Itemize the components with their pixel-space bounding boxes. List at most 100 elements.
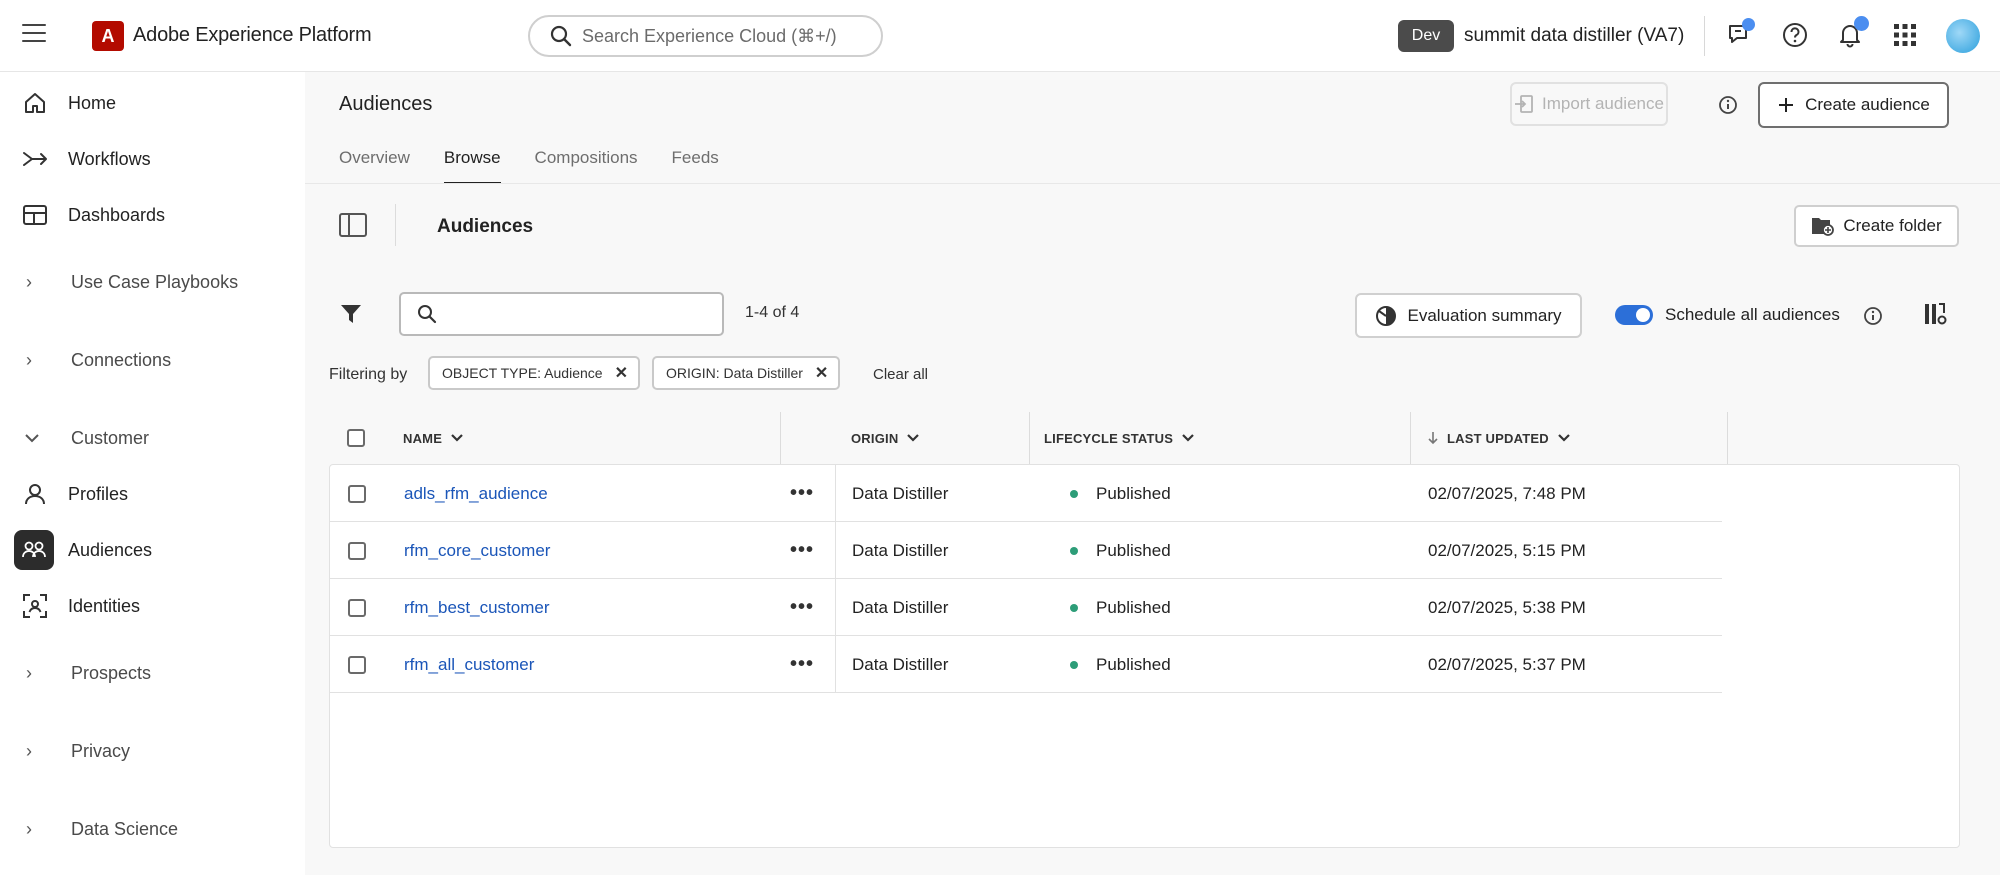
table-row[interactable]: rfm_best_customer ••• Data Distiller Pub… [330,579,1722,636]
page-title: Audiences [339,93,433,115]
sidebar-item-profiles[interactable]: Profiles [0,472,305,516]
audience-name-link[interactable]: rfm_core_customer [404,522,550,579]
row-checkbox[interactable] [348,465,366,522]
audience-name-link[interactable]: adls_rfm_audience [404,465,548,522]
create-folder-button[interactable]: Create folder [1794,205,1959,247]
evaluation-summary-button[interactable]: Evaluation summary [1355,293,1582,338]
more-actions-icon[interactable]: ••• [790,465,814,522]
create-audience-button[interactable]: Create audience [1758,82,1949,128]
chevron-right-icon: › [26,662,32,683]
plus-icon [1779,98,1794,112]
audience-name-link[interactable]: rfm_best_customer [404,579,550,636]
column-settings-icon[interactable] [1923,302,1947,331]
apps-grid-icon[interactable] [1890,20,1920,50]
chevron-down-icon [1182,434,1194,442]
filtering-by-label: Filtering by [329,366,408,383]
status-label: Published [1096,654,1171,674]
global-search[interactable] [528,15,883,57]
audiences-icon [14,530,54,570]
divider [835,636,836,693]
divider [305,183,2000,184]
audience-name-link[interactable]: rfm_all_customer [404,636,534,693]
sidebar-item-home[interactable]: Home [0,81,305,125]
divider [1410,412,1411,464]
chevron-right-icon: › [26,271,32,292]
identities-icon [20,591,50,621]
tab-browse[interactable]: Browse [443,148,501,184]
sidebar-item-label: Data Science [71,818,179,839]
table-row[interactable]: rfm_core_customer ••• Data Distiller Pub… [330,522,1722,579]
app-title[interactable]: Adobe Experience Platform [133,24,372,47]
import-audience-button[interactable]: Import audience [1510,82,1668,126]
org-name[interactable]: summit data distiller (VA7) [1464,25,1684,47]
close-icon[interactable]: ✕ [615,363,628,383]
row-checkbox[interactable] [348,522,366,579]
divider [1727,412,1728,464]
column-header-lifecycle-status[interactable]: LIFECYCLE STATUS [1044,412,1195,464]
close-icon[interactable]: ✕ [815,363,828,383]
sidebar-item-label: Identities [68,595,141,616]
table-row[interactable]: rfm_all_customer ••• Data Distiller Publ… [330,636,1722,693]
last-updated-cell: 02/07/2025, 7:48 PM [1428,483,1586,503]
filter-icon[interactable] [339,302,363,331]
row-checkbox[interactable] [348,636,366,693]
feedback-icon[interactable] [1725,18,1755,50]
divider [780,412,781,464]
tab-compositions[interactable]: Compositions [535,148,638,184]
info-icon[interactable] [1863,306,1883,331]
last-updated-cell: 02/07/2025, 5:38 PM [1428,597,1586,617]
more-actions-icon[interactable]: ••• [790,579,814,636]
filter-chip[interactable]: ORIGIN: Data Distiller ✕ [652,356,841,390]
status-label: Published [1096,540,1171,560]
sidebar-group-connections[interactable]: › Connections [0,338,305,382]
column-header-name[interactable]: NAME [403,412,464,464]
clear-all-button[interactable]: Clear all [873,366,928,383]
column-header-origin[interactable]: ORIGIN [851,412,920,464]
workflows-icon [20,144,50,174]
profiles-icon [20,479,50,509]
sidebar-item-workflows[interactable]: Workflows [0,137,305,181]
tab-feeds[interactable]: Feeds [672,148,719,184]
info-icon[interactable] [1718,95,1738,120]
column-header-last-updated[interactable]: LAST UPDATED [1427,412,1571,464]
sidebar-group-data-science[interactable]: › Data Science [0,807,305,851]
user-avatar[interactable] [1946,19,1980,53]
audience-table: adls_rfm_audience ••• Data Distiller Pub… [329,464,1960,848]
sidebar-group-customer[interactable]: Customer [0,416,305,460]
panel-toggle-icon[interactable] [339,213,367,237]
select-all-checkbox[interactable] [347,412,365,464]
global-search-input[interactable] [582,25,842,47]
folder-add-icon [1812,218,1835,236]
sidebar-item-audiences[interactable]: Audiences [0,528,305,572]
sidebar-item-label: Audiences [68,539,153,560]
audience-search[interactable] [399,292,724,336]
row-checkbox[interactable] [348,579,366,636]
more-actions-icon[interactable]: ••• [790,636,814,693]
bell-icon[interactable] [1835,16,1869,50]
adobe-logo[interactable]: A [92,21,124,51]
sidebar-group-prospects[interactable]: › Prospects [0,651,305,695]
origin-cell: Data Distiller [852,597,949,617]
tab-overview[interactable]: Overview [339,148,410,184]
sidebar-group-privacy[interactable]: › Privacy [0,729,305,773]
environment-badge[interactable]: Dev [1398,20,1454,52]
column-header-label: LAST UPDATED [1447,430,1549,446]
sidebar-group-use-case-playbooks[interactable]: › Use Case Playbooks [0,260,305,304]
top-bar: A Adobe Experience Platform Dev summit d… [0,0,2000,72]
sidebar-item-label: Profiles [68,483,129,504]
divider [395,204,396,246]
arrow-down-icon [1428,432,1438,445]
audience-search-input[interactable] [447,304,717,324]
filter-chip[interactable]: OBJECT TYPE: Audience ✕ [428,356,640,390]
origin-cell: Data Distiller [852,540,949,560]
more-actions-icon[interactable]: ••• [790,522,814,579]
schedule-all-toggle[interactable] [1615,305,1653,325]
sidebar-item-identities[interactable]: Identities [0,584,305,628]
table-row[interactable]: adls_rfm_audience ••• Data Distiller Pub… [330,465,1722,522]
divider [1029,412,1030,464]
help-icon[interactable] [1780,20,1810,50]
evaluation-summary-label: Evaluation summary [1407,305,1562,325]
sidebar-item-dashboards[interactable]: Dashboards [0,193,305,237]
menu-icon[interactable] [22,24,46,46]
chevron-down-icon [907,434,920,442]
